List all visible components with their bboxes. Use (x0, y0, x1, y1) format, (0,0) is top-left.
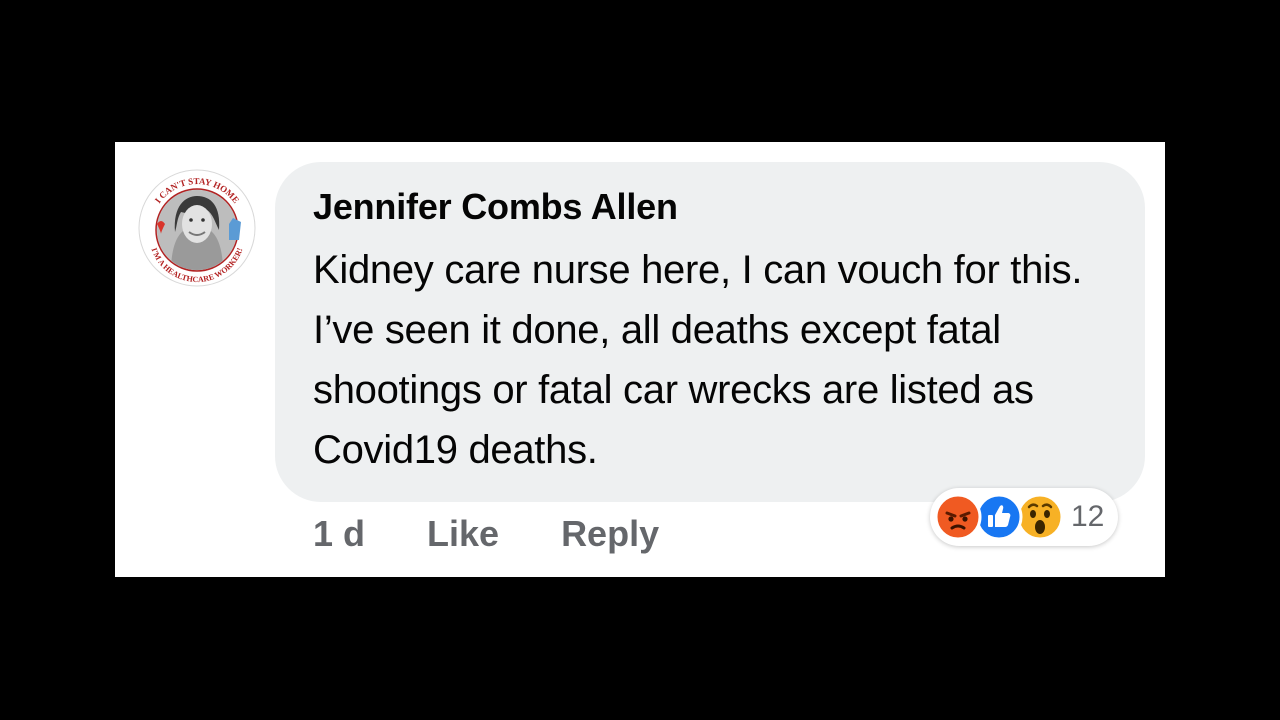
reply-button[interactable]: Reply (561, 513, 659, 555)
comment-panel: I CAN'T STAY HOME I'M A HEALTHCARE WORKE… (115, 142, 1165, 577)
reaction-count: 12 (1071, 500, 1105, 533)
like-icon (975, 493, 1023, 541)
comment-bubble: Jennifer Combs Allen Kidney care nurse h… (275, 162, 1145, 502)
comment-actions: 1 d Like Reply (313, 508, 659, 560)
wow-icon (1016, 493, 1064, 541)
reactions-summary[interactable]: 12 (930, 488, 1119, 546)
comment-text: Kidney care nurse here, I can vouch for … (313, 248, 1083, 472)
comment-timestamp[interactable]: 1 d (313, 513, 365, 555)
avatar-image: I CAN'T STAY HOME I'M A HEALTHCARE WORKE… (138, 169, 256, 287)
like-button[interactable]: Like (427, 513, 499, 555)
comment-author-name[interactable]: Jennifer Combs Allen (313, 186, 678, 228)
angry-icon (934, 493, 982, 541)
avatar[interactable]: I CAN'T STAY HOME I'M A HEALTHCARE WORKE… (137, 168, 257, 288)
